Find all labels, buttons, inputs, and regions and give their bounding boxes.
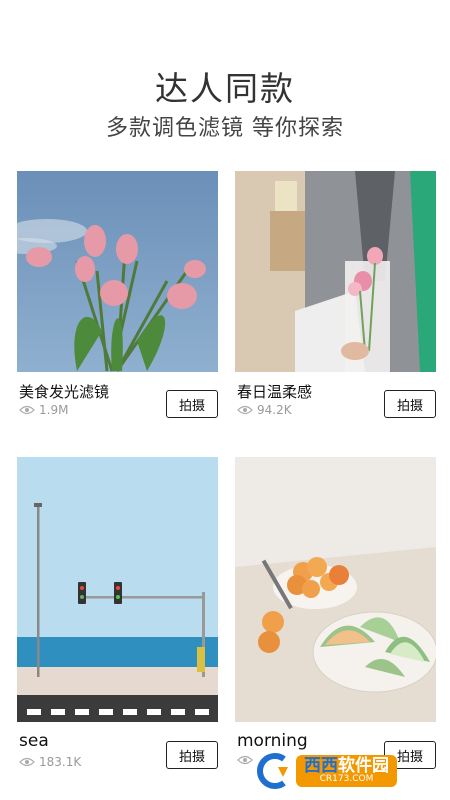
filter-card-spring-gentle[interactable]: 春日温柔感 94.2K 拍摄 (235, 171, 436, 421)
watermark-brand-a: 西西 (304, 755, 338, 776)
shoot-button[interactable]: 拍摄 (166, 390, 218, 418)
page-subtitle: 多款调色滤镜 等你探索 (106, 116, 344, 141)
site-watermark: 西西软件园 CR173.COM (254, 750, 432, 792)
watermark-text: 西西软件园 CR173.COM (296, 754, 397, 788)
filter-preview-image[interactable] (17, 171, 218, 372)
page-title: 达人同款 (155, 69, 295, 108)
watermark-brand-b: 软件园 (338, 755, 389, 776)
filter-preview-image[interactable] (235, 171, 436, 372)
eye-icon (19, 405, 35, 415)
view-count: 183.1K (19, 755, 81, 769)
filter-card-sea[interactable]: sea 183.1K 拍摄 (17, 457, 218, 777)
watermark-logo-icon (257, 753, 288, 789)
filter-name: morning (237, 731, 308, 751)
view-count: 1.9M (19, 403, 68, 417)
eye-icon (237, 405, 253, 415)
filter-card-morning[interactable]: morning 拍摄 (235, 457, 436, 777)
filter-preview-image[interactable] (235, 457, 436, 722)
filter-preview-image[interactable] (17, 457, 218, 722)
view-count: 94.2K (237, 403, 292, 417)
shoot-button[interactable]: 拍摄 (384, 390, 436, 418)
filter-card-food-glow[interactable]: 美食发光滤镜 1.9M 拍摄 (17, 171, 218, 421)
filter-name: 春日温柔感 (237, 383, 313, 401)
filter-name: 美食发光滤镜 (19, 383, 110, 401)
shoot-button[interactable]: 拍摄 (166, 741, 218, 769)
watermark-site: CR173.COM (319, 774, 374, 785)
filter-name: sea (19, 731, 49, 751)
eye-icon (19, 757, 35, 767)
eye-icon (237, 755, 253, 765)
